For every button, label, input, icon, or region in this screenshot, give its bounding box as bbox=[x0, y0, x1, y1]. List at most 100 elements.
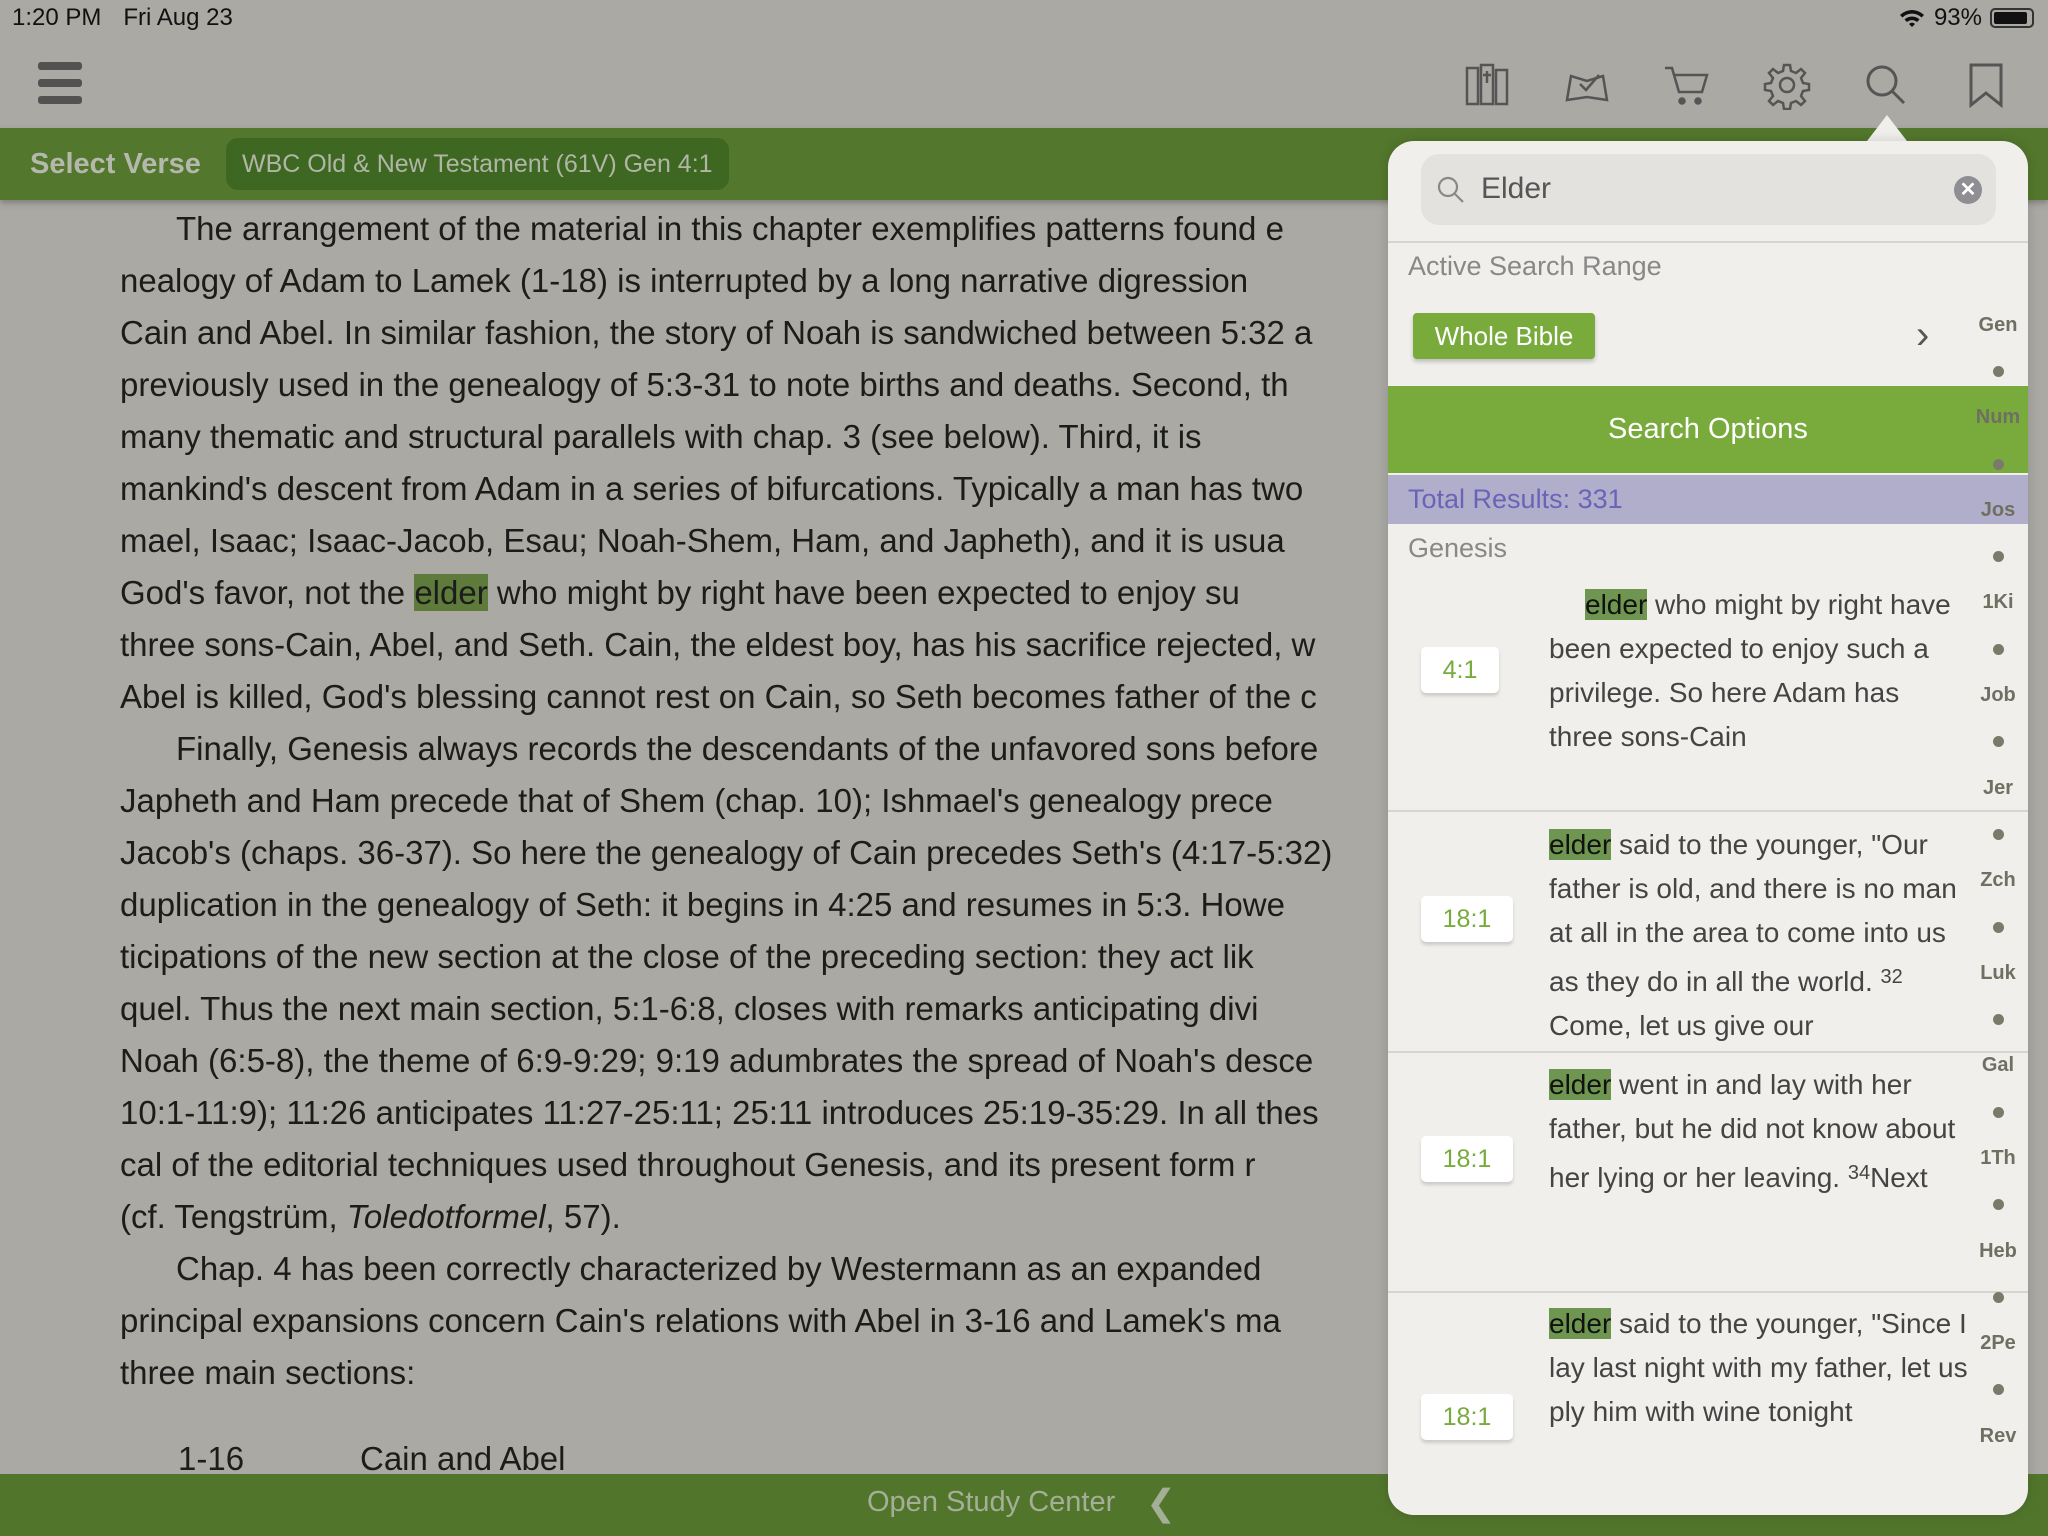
index-dot[interactable] bbox=[1992, 1274, 2004, 1320]
search-highlight: elder bbox=[1549, 1069, 1612, 1100]
text-segment: 10:1-11:9); 11:26 anticipates 11:27-25:1… bbox=[120, 1094, 1319, 1131]
library-button[interactable] bbox=[1462, 60, 1512, 110]
text-segment: Chap. 4 has been correctly characterized… bbox=[176, 1250, 1262, 1287]
status-right: 93% bbox=[1898, 4, 2034, 32]
search-popover: ✕ Active Search Range Whole Bible › Sear… bbox=[1388, 141, 2028, 1515]
book-index[interactable]: Gen Num Jos 1Ki Job Jer Zch Luk Gal 1Th Heb 2Pe Rev bbox=[1972, 302, 2024, 1459]
index-dot[interactable] bbox=[1992, 441, 2004, 487]
menu-button[interactable] bbox=[38, 62, 82, 104]
search-result[interactable]: 4:1 elder who might by right have been ex… bbox=[1388, 524, 2028, 812]
index-dot[interactable] bbox=[1992, 348, 2004, 394]
index-dot[interactable] bbox=[1992, 811, 2004, 857]
result-snippet-cont: Come, let us give our bbox=[1549, 1010, 1814, 1041]
search-input[interactable] bbox=[1481, 164, 1921, 214]
chevron-right-icon[interactable]: › bbox=[1916, 313, 1929, 358]
text-segment: The arrangement of the material in this … bbox=[176, 210, 1284, 247]
index-book[interactable]: Num bbox=[1976, 395, 2020, 441]
index-dot[interactable] bbox=[1992, 1182, 2004, 1228]
text-segment: Japheth and Ham precede that of Shem (ch… bbox=[120, 782, 1273, 819]
verse-ref-button[interactable]: 18:1 bbox=[1421, 896, 1513, 942]
text-segment: quel. Thus the next main section, 5:1-6:… bbox=[120, 990, 1259, 1027]
reading-plan-icon bbox=[1565, 74, 1609, 102]
clear-search-button[interactable]: ✕ bbox=[1954, 176, 1982, 204]
search-result[interactable]: 18:1 elder said to the younger, "Our fath… bbox=[1388, 812, 2028, 1053]
search-highlight: elder bbox=[1549, 829, 1612, 860]
reading-plan-button[interactable] bbox=[1562, 60, 1612, 110]
text-segment: ticipations of the new section at the cl… bbox=[120, 938, 1254, 975]
verse-ref-button[interactable]: 4:1 bbox=[1421, 647, 1499, 693]
text-segment: who might by right have been expected to… bbox=[487, 574, 1240, 611]
search-highlight: elder bbox=[1549, 1308, 1612, 1339]
text-segment: three main sections: bbox=[120, 1354, 416, 1391]
result-snippet: said to the younger, "Since I lay last n… bbox=[1549, 1308, 1968, 1427]
index-dot[interactable] bbox=[1992, 996, 2004, 1042]
search-field[interactable]: ✕ bbox=[1421, 154, 1996, 225]
index-book[interactable]: Rev bbox=[1980, 1413, 2017, 1459]
text-segment: mankind's descent from Adam in a series … bbox=[120, 470, 1304, 507]
verse-ref-button[interactable]: 18:1 bbox=[1421, 1136, 1513, 1182]
wifi-icon bbox=[1899, 10, 1924, 27]
index-book[interactable]: Job bbox=[1980, 672, 2016, 718]
status-time: 1:20 PM bbox=[12, 4, 102, 31]
divider bbox=[1388, 241, 2028, 243]
active-range-label: Active Search Range bbox=[1408, 251, 1662, 281]
text-segment: Noah (6:5-8), the theme of 6:9-9:29; 9:1… bbox=[120, 1042, 1314, 1079]
search-highlight: elder bbox=[1585, 589, 1648, 620]
search-highlight: elder bbox=[414, 574, 488, 611]
index-book[interactable]: Luk bbox=[1980, 950, 2016, 996]
index-book[interactable]: Gen bbox=[1979, 302, 2018, 348]
text-segment: three sons-Cain, Abel, and Seth. Cain, t… bbox=[120, 626, 1316, 663]
text-segment: mael, Isaac; Isaac-Jacob, Esau; Noah-She… bbox=[120, 522, 1285, 559]
text-segment: Cain and Abel. In similar fashion, the s… bbox=[120, 314, 1313, 351]
battery-icon bbox=[1990, 8, 2034, 28]
text-segment: , 57). bbox=[545, 1198, 621, 1235]
resource-selector[interactable]: WBC Old & New Testament (61V) Gen 4:1 bbox=[226, 138, 729, 190]
index-book[interactable]: 1Th bbox=[1980, 1135, 2016, 1181]
outline-title: Cain and Abel bbox=[360, 1440, 566, 1477]
settings-button[interactable] bbox=[1762, 60, 1812, 111]
search-result[interactable]: 18:1 elder went in and lay with her fathe… bbox=[1388, 1053, 2028, 1293]
index-book[interactable]: Zch bbox=[1980, 858, 2016, 904]
text-segment: Jacob's (chaps. 36-37). So here the gene… bbox=[120, 834, 1333, 871]
text-segment: Toledotformel bbox=[346, 1198, 546, 1235]
status-bar: 1:20 PM Fri Aug 23 bbox=[12, 4, 255, 32]
verse-number: 34 bbox=[1847, 1162, 1871, 1184]
index-book[interactable]: Gal bbox=[1982, 1043, 2014, 1089]
search-options-button[interactable]: Search Options bbox=[1388, 386, 2028, 473]
battery-percent: 93% bbox=[1933, 4, 1982, 31]
whole-bible-button[interactable]: Whole Bible bbox=[1413, 313, 1595, 359]
search-button[interactable] bbox=[1861, 60, 1911, 110]
text-segment: duplication in the genealogy of Seth: it… bbox=[120, 886, 1285, 923]
text-segment: previously used in the genealogy of 5:3-… bbox=[120, 366, 1289, 403]
select-verse-button[interactable]: Select Verse bbox=[30, 148, 201, 181]
text-segment: nealogy of Adam to Lamek (1-18) is inter… bbox=[120, 262, 1249, 299]
index-book[interactable]: Jos bbox=[1981, 487, 2015, 533]
index-book[interactable]: Jer bbox=[1983, 765, 2013, 811]
text-segment: Finally, Genesis always records the desc… bbox=[176, 730, 1319, 767]
text-segment: God's favor, not the bbox=[120, 574, 415, 611]
chevron-left-icon[interactable]: ❮ bbox=[1146, 1482, 1176, 1524]
bookmark-icon bbox=[1969, 63, 2003, 109]
outline-range: 1-16 bbox=[178, 1440, 245, 1477]
index-dot[interactable] bbox=[1992, 1089, 2004, 1135]
search-result[interactable]: 18:1 elder said to the younger, "Since I … bbox=[1388, 1293, 2028, 1515]
index-dot[interactable] bbox=[1992, 1367, 2004, 1413]
total-results: Total Results: 331 bbox=[1388, 475, 2028, 524]
result-text: elder went in and lay with her father, b… bbox=[1549, 1063, 1969, 1200]
index-dot[interactable] bbox=[1992, 533, 2004, 579]
verse-ref-button[interactable]: 18:1 bbox=[1421, 1394, 1513, 1440]
text-segment: Abel is killed, God's blessing cannot re… bbox=[120, 678, 1317, 715]
open-study-center-button[interactable]: Open Study Center bbox=[867, 1486, 1115, 1519]
index-dot[interactable] bbox=[1992, 904, 2004, 950]
index-book[interactable]: Heb bbox=[1979, 1228, 2017, 1274]
text-segment: many thematic and structural parallels w… bbox=[120, 418, 1202, 455]
bookmark-button[interactable] bbox=[1961, 60, 2011, 110]
gear-icon bbox=[1763, 63, 1811, 111]
text-segment: principal expansions concern Cain's rela… bbox=[120, 1302, 1281, 1339]
index-dot[interactable] bbox=[1992, 719, 2004, 765]
index-book[interactable]: 2Pe bbox=[1980, 1321, 2016, 1367]
index-book[interactable]: 1Ki bbox=[1982, 580, 2013, 626]
index-dot[interactable] bbox=[1992, 626, 2004, 672]
store-button[interactable] bbox=[1662, 60, 1712, 110]
verse-number: 32 bbox=[1880, 966, 1903, 988]
